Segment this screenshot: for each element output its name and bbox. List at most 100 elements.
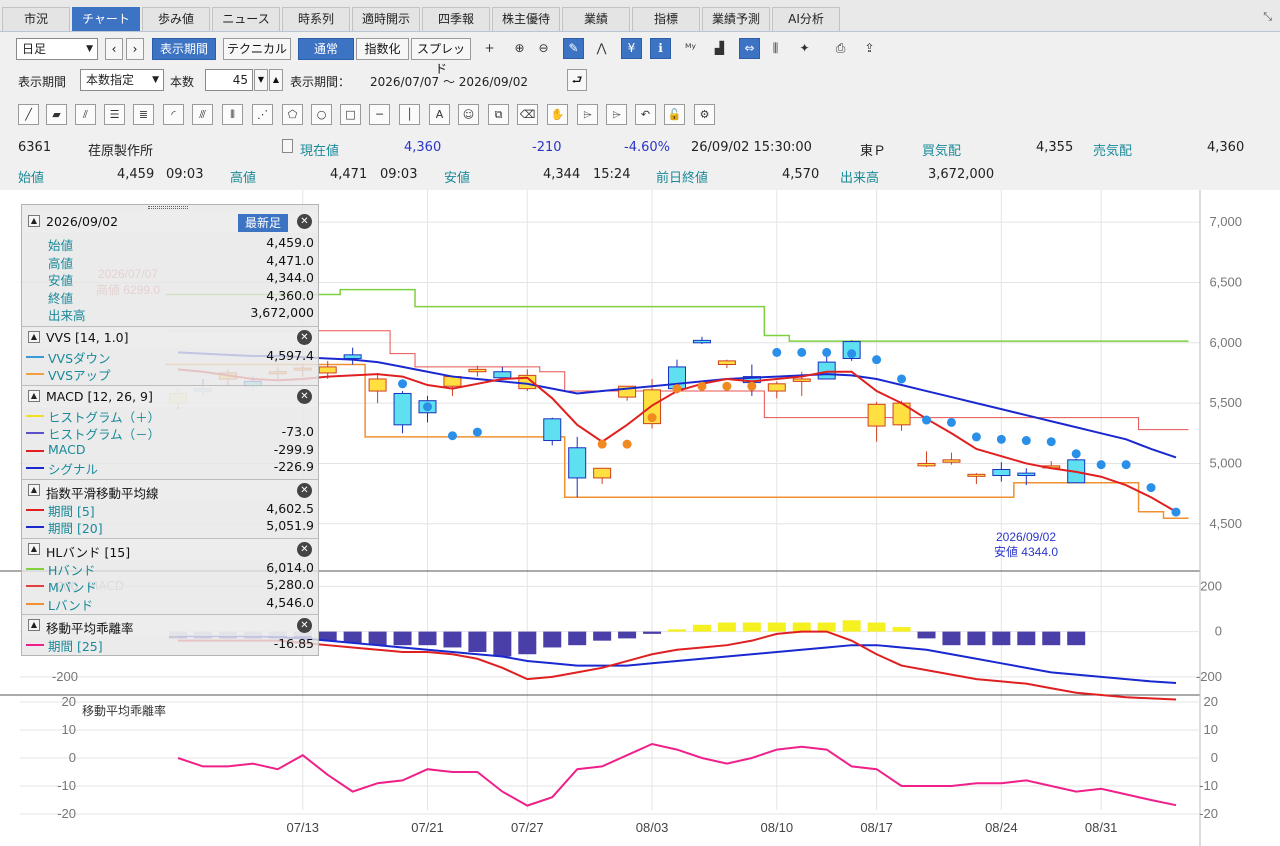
- zoom-in-icon[interactable]: ⊕: [509, 38, 530, 59]
- normal-button[interactable]: 通常: [298, 38, 354, 60]
- prev-button[interactable]: ‹: [105, 38, 123, 60]
- erase-icon[interactable]: ⌫: [517, 104, 538, 125]
- text-icon[interactable]: A: [429, 104, 450, 125]
- macd-hist-bar: [543, 631, 562, 648]
- vvs-up-dot: [697, 381, 707, 391]
- count-input[interactable]: 45: [205, 69, 253, 91]
- horizontal-line-icon[interactable]: ─: [369, 104, 390, 125]
- zoom-out-icon[interactable]: ⊖: [533, 38, 554, 59]
- my-indicator-icon[interactable]: ᴹʸ: [680, 38, 701, 59]
- close-icon[interactable]: ✕: [297, 329, 312, 345]
- dev-tick-label-left: -20: [57, 806, 76, 821]
- close-icon[interactable]: ✕: [297, 214, 312, 229]
- candle-body: [692, 339, 711, 344]
- marker-icon[interactable]: ▰: [46, 104, 67, 125]
- panel-row: ヒストグラム（－） -73.0: [22, 424, 318, 442]
- lock-icon[interactable]: 🔓: [664, 104, 685, 125]
- close-icon[interactable]: ✕: [297, 388, 312, 404]
- tag-icon[interactable]: ⌲: [577, 104, 598, 125]
- indicator-list-icon[interactable]: ⫼: [765, 38, 786, 59]
- close-icon[interactable]: ✕: [297, 618, 312, 633]
- close-icon[interactable]: ✕: [297, 482, 312, 498]
- rectangle-icon[interactable]: □: [340, 104, 361, 125]
- drag-handle[interactable]: [148, 206, 188, 209]
- info-icon[interactable]: ℹ: [650, 38, 671, 59]
- tab-1[interactable]: チャート: [72, 7, 140, 31]
- count-up-button[interactable]: ▲: [269, 69, 283, 91]
- trendline-icon[interactable]: ╱: [18, 104, 39, 125]
- price-tick-label: 6,000: [1209, 335, 1242, 350]
- collapse-icon[interactable]: ▲: [28, 215, 40, 227]
- tab-2[interactable]: 歩み値: [142, 7, 210, 31]
- settings-icon[interactable]: ⚙: [694, 104, 715, 125]
- dev-tick-label: 10: [1204, 722, 1218, 737]
- emoji-icon[interactable]: ☺: [458, 104, 479, 125]
- candle-body: [867, 403, 886, 427]
- vvs-down-dot: [1121, 460, 1131, 470]
- copy-icon[interactable]: ⧉: [488, 104, 509, 125]
- tab-10[interactable]: 業績予測: [702, 7, 770, 31]
- tab-3[interactable]: ニュース: [212, 7, 280, 31]
- settings-wrench-icon[interactable]: ✦: [794, 38, 815, 59]
- tab-9[interactable]: 指標: [632, 7, 700, 31]
- period-mode-select[interactable]: 本数指定 ▼: [80, 69, 164, 91]
- legend-swatch: [26, 414, 44, 417]
- pentagon-icon[interactable]: ⬠: [282, 104, 303, 125]
- technical-button[interactable]: テクニカル: [223, 38, 291, 60]
- candle-body: [493, 371, 512, 379]
- tab-11[interactable]: AI分析: [772, 7, 840, 31]
- collapse-icon[interactable]: ▲: [28, 330, 40, 343]
- candle-body: [368, 378, 387, 392]
- spread-button[interactable]: スプレッド: [411, 38, 471, 76]
- vvs-down-dot: [797, 347, 807, 357]
- collapse-icon[interactable]: ▲: [28, 619, 40, 631]
- panel-date: 2026/09/02: [46, 214, 119, 229]
- info-panel[interactable]: ▲ 2026/09/02 最新足 ✕ 始値 4,459.0 高値 4,471.0 安値 4…: [21, 204, 319, 656]
- expand-icon[interactable]: ⤡: [1263, 10, 1272, 24]
- tab-8[interactable]: 業績: [562, 7, 630, 31]
- vertical-line-icon[interactable]: │: [399, 104, 420, 125]
- panel-row: シグナル -226.9: [22, 459, 318, 477]
- tab-4[interactable]: 時系列: [282, 7, 350, 31]
- crosshair-icon[interactable]: +: [479, 38, 500, 59]
- undo-icon[interactable]: ↶: [635, 104, 656, 125]
- pitchfork-icon[interactable]: ⋰: [252, 104, 273, 125]
- gann-fan-icon[interactable]: ⫻: [192, 104, 213, 125]
- tags-icon[interactable]: ⌲: [606, 104, 627, 125]
- period-select[interactable]: 日足 ▼: [16, 38, 98, 60]
- display-period-button[interactable]: 表示期間: [152, 38, 216, 60]
- collapse-icon[interactable]: ▲: [28, 483, 40, 496]
- parallel-lines-icon[interactable]: ⫽: [75, 104, 96, 125]
- index-button[interactable]: 指数化: [356, 38, 409, 60]
- collapse-icon[interactable]: ▲: [28, 542, 40, 555]
- collapse-icon[interactable]: ▲: [28, 389, 40, 402]
- x-tick-label: 08/31: [1085, 820, 1118, 835]
- vvs-up-dot: [672, 384, 682, 394]
- count-down-button[interactable]: ▼: [254, 69, 268, 91]
- refresh-button[interactable]: ⮐: [567, 69, 587, 91]
- export-icon[interactable]: ⇪: [859, 38, 880, 59]
- fan-icon[interactable]: ◜: [163, 104, 184, 125]
- tab-0[interactable]: 市況: [2, 7, 70, 31]
- tab-6[interactable]: 四季報: [422, 7, 490, 31]
- document-icon[interactable]: [282, 139, 293, 153]
- next-button[interactable]: ›: [126, 38, 144, 60]
- panel-row-value: 3,672,000: [250, 305, 314, 320]
- hand-icon[interactable]: ✋: [547, 104, 568, 125]
- tab-5[interactable]: 適時開示: [352, 7, 420, 31]
- print-icon[interactable]: ⎙: [830, 38, 851, 59]
- fib-levels-icon[interactable]: ≣: [133, 104, 154, 125]
- pencil-icon[interactable]: ✎: [563, 38, 584, 59]
- tab-7[interactable]: 株主優待: [492, 7, 560, 31]
- auto-scale-icon[interactable]: ⇔: [739, 38, 760, 59]
- newest-button[interactable]: 最新足: [238, 214, 288, 232]
- close-icon[interactable]: ✕: [297, 541, 312, 557]
- volume-profile-icon[interactable]: ▟: [709, 38, 730, 59]
- circle-icon[interactable]: ○: [311, 104, 332, 125]
- yen-icon[interactable]: ¥: [621, 38, 642, 59]
- chart-type-icon[interactable]: ⋀: [591, 38, 612, 59]
- panel-row-label: シグナル: [48, 462, 99, 477]
- fib-icon[interactable]: ☰: [104, 104, 125, 125]
- cycle-lines-icon[interactable]: ⦀: [222, 104, 243, 125]
- panel-row-ohlc: 出来高 3,672,000: [22, 305, 318, 323]
